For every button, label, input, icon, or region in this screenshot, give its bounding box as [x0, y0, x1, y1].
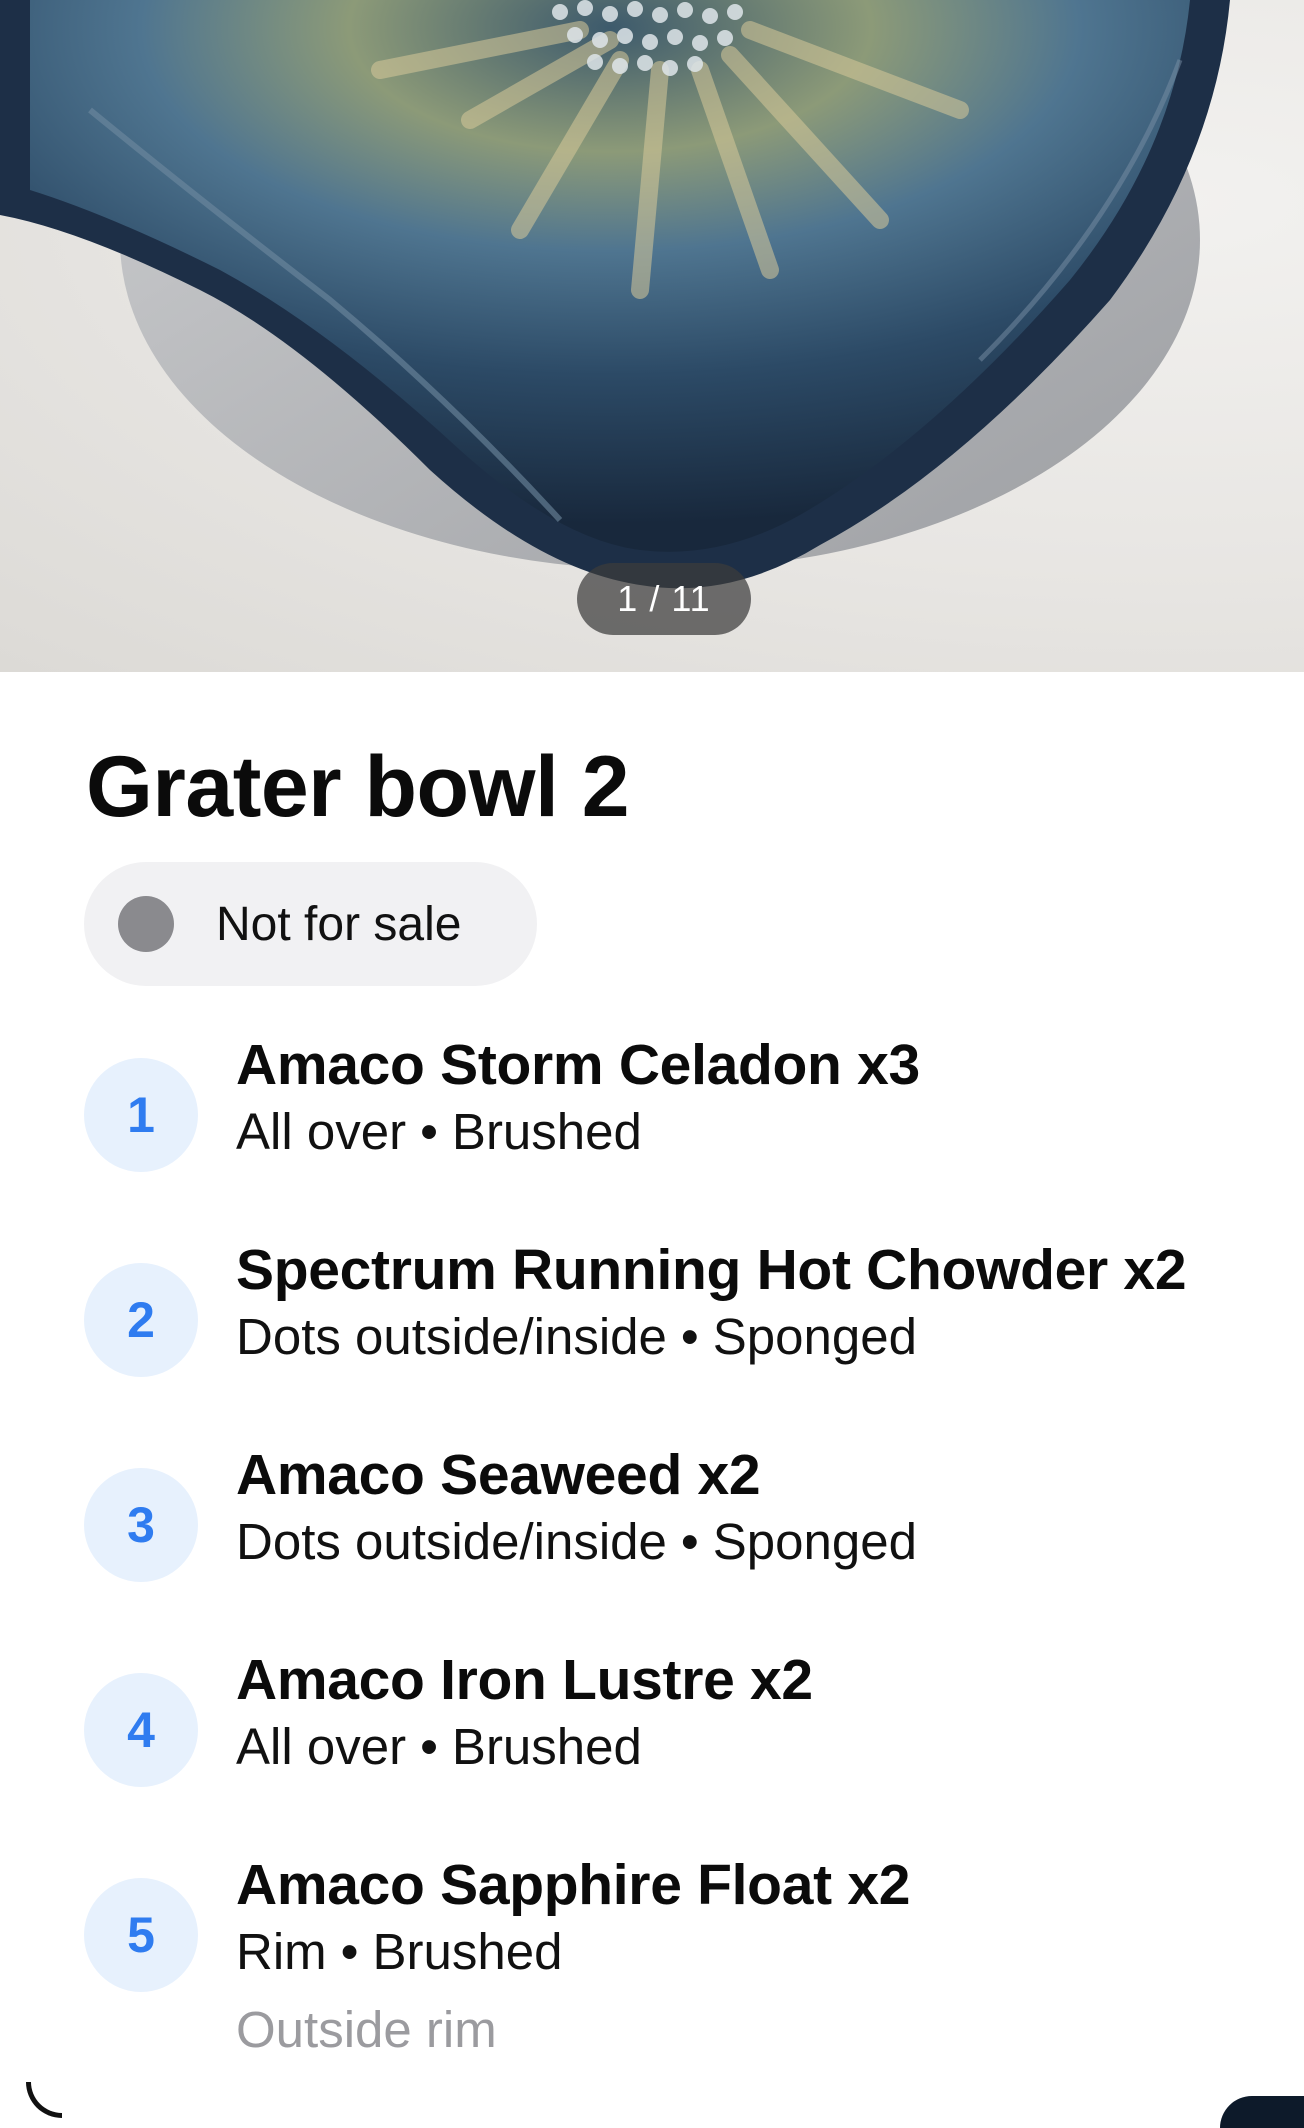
glaze-name: Amaco Seaweed x2	[236, 1443, 761, 1507]
photo-counter: 1 / 11	[577, 563, 751, 635]
glaze-area: Dots outside/inside	[236, 1308, 667, 1365]
glaze-method: Brushed	[451, 1103, 642, 1160]
glaze-application: Dots outside/inside • Sponged	[236, 1512, 917, 1571]
glaze-application: All over • Brushed	[236, 1717, 642, 1776]
separator-dot: •	[680, 1513, 699, 1570]
step-number-badge: 5	[84, 1878, 198, 1992]
glaze-name: Amaco Iron Lustre x2	[236, 1648, 813, 1712]
glaze-method: Brushed	[451, 1718, 642, 1775]
separator-dot: •	[420, 1718, 438, 1775]
glaze-application: Dots outside/inside • Sponged	[236, 1307, 917, 1366]
list-item[interactable]: 5 Amaco Sapphire Float x2 Rim • Brushed Ou…	[84, 1853, 1284, 2098]
step-number-badge: 2	[84, 1263, 198, 1377]
screen-corner-decoration	[1220, 2096, 1304, 2128]
step-number-badge: 1	[84, 1058, 198, 1172]
glaze-application: All over • Brushed	[236, 1102, 642, 1161]
screen-corner-decoration	[26, 2082, 62, 2118]
glaze-area: Rim	[236, 1923, 327, 1980]
separator-dot: •	[680, 1308, 699, 1365]
status-dot-icon	[118, 896, 174, 952]
separator-dot: •	[340, 1923, 359, 1980]
glaze-name: Amaco Sapphire Float x2	[236, 1853, 911, 1917]
glaze-note: Outside rim	[236, 2001, 497, 2058]
glaze-method: Sponged	[712, 1513, 917, 1570]
glaze-method: Brushed	[372, 1923, 563, 1980]
list-item[interactable]: 2 Spectrum Running Hot Chowder x2 Dots o…	[84, 1238, 1284, 1453]
status-badge[interactable]: Not for sale	[84, 862, 537, 986]
step-number-badge: 4	[84, 1673, 198, 1787]
step-number-badge: 3	[84, 1468, 198, 1582]
glaze-area: All over	[236, 1718, 407, 1775]
piece-photo-carousel[interactable]: 1 / 11	[0, 0, 1304, 672]
piece-title: Grater bowl 2	[86, 739, 630, 835]
glaze-area: All over	[236, 1103, 407, 1160]
separator-dot: •	[420, 1103, 438, 1160]
glaze-name: Amaco Storm Celadon x3	[236, 1033, 920, 1097]
glaze-method: Sponged	[712, 1308, 917, 1365]
glaze-area: Dots outside/inside	[236, 1513, 667, 1570]
glaze-application: Rim • Brushed	[236, 1922, 562, 1981]
list-item[interactable]: 1 Amaco Storm Celadon x3 All over • Brushe…	[84, 1033, 1284, 1248]
status-label: Not for sale	[216, 897, 462, 951]
list-item[interactable]: 4 Amaco Iron Lustre x2 All over • Brushed	[84, 1648, 1284, 1863]
glaze-name: Spectrum Running Hot Chowder x2	[236, 1238, 1187, 1302]
list-item[interactable]: 3 Amaco Seaweed x2 Dots outside/inside • S…	[84, 1443, 1284, 1658]
